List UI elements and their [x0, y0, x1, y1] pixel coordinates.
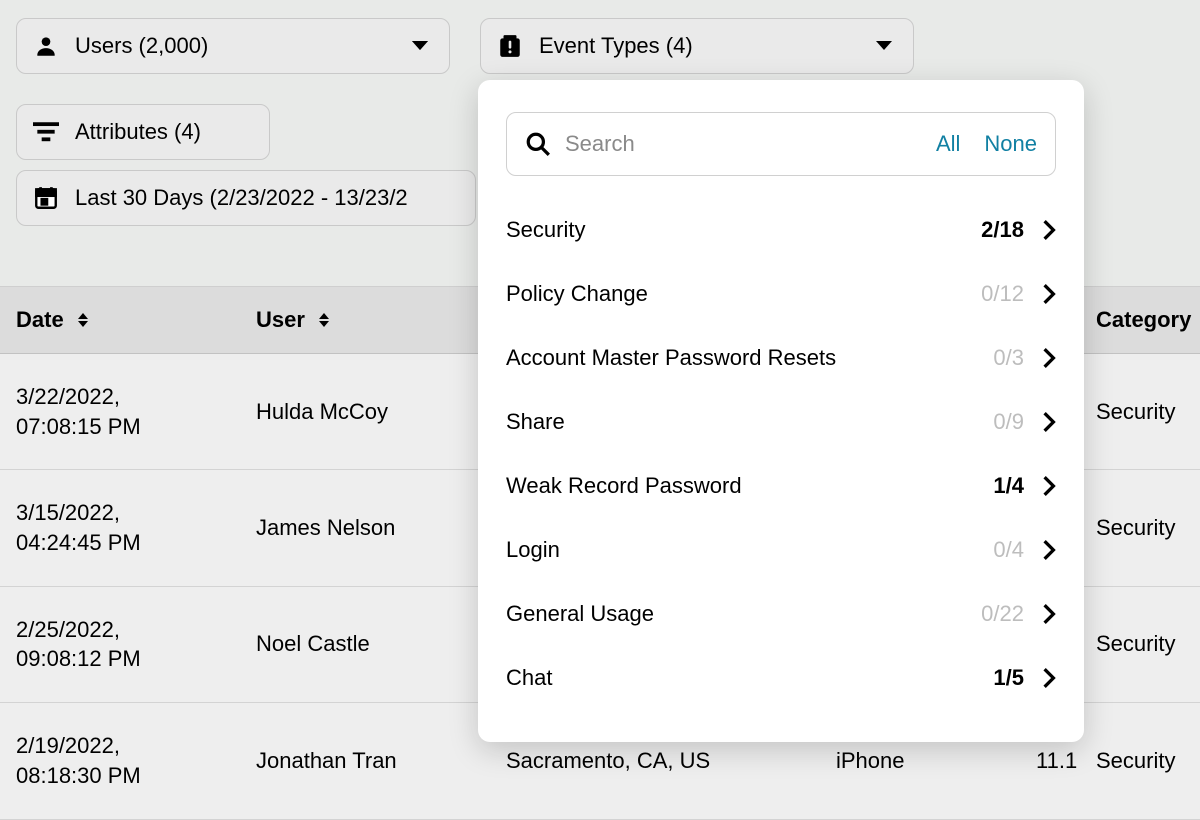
cell-user: James Nelson	[256, 515, 506, 541]
clipboard-alert-icon	[497, 32, 523, 60]
column-header-user[interactable]: User	[256, 307, 506, 333]
cell-date: 2/25/2022,09:08:12 PM	[16, 615, 256, 674]
cell-date: 2/19/2022,08:18:30 PM	[16, 731, 256, 790]
dropdown-category-name: Weak Record Password	[506, 473, 964, 499]
dropdown-category-count: 1/4	[964, 473, 1024, 499]
filter-attributes-label: Attributes (4)	[75, 119, 249, 145]
dropdown-category-name: Chat	[506, 665, 964, 691]
dropdown-select-none[interactable]: None	[984, 131, 1037, 157]
dropdown-search-input[interactable]	[565, 131, 912, 157]
sort-icon	[319, 313, 329, 327]
chevron-right-icon	[1042, 539, 1056, 561]
dropdown-category-name: Account Master Password Resets	[506, 345, 964, 371]
chevron-right-icon	[1042, 219, 1056, 241]
column-header-category[interactable]: Category	[1096, 307, 1191, 333]
dropdown-category-count: 0/12	[964, 281, 1024, 307]
cell-user: Hulda McCoy	[256, 399, 506, 425]
dropdown-category-item[interactable]: Chat1/5	[506, 646, 1056, 710]
cell-device: iPhone	[836, 748, 1036, 774]
cell-category: Security	[1096, 515, 1184, 541]
dropdown-category-name: General Usage	[506, 601, 964, 627]
dropdown-category-item[interactable]: General Usage0/22	[506, 582, 1056, 646]
cell-date: 3/15/2022,04:24:45 PM	[16, 498, 256, 557]
dropdown-category-name: Security	[506, 217, 964, 243]
filter-users[interactable]: Users (2,000)	[16, 18, 450, 74]
person-icon	[33, 33, 59, 59]
calendar-icon	[33, 185, 59, 211]
dropdown-category-item[interactable]: Share0/9	[506, 390, 1056, 454]
dropdown-category-item[interactable]: Policy Change0/12	[506, 262, 1056, 326]
dropdown-search-row: All None	[506, 112, 1056, 176]
filter-event-types-label: Event Types (4)	[539, 33, 851, 59]
chevron-down-icon	[875, 40, 893, 52]
dropdown-category-name: Policy Change	[506, 281, 964, 307]
chevron-right-icon	[1042, 411, 1056, 433]
cell-category: Security	[1096, 631, 1184, 657]
cell-user: Noel Castle	[256, 631, 506, 657]
cell-location: Sacramento, CA, US	[506, 748, 836, 774]
chevron-right-icon	[1042, 347, 1056, 369]
dropdown-category-count: 2/18	[964, 217, 1024, 243]
chevron-right-icon	[1042, 603, 1056, 625]
filter-icon	[33, 122, 59, 142]
dropdown-category-item[interactable]: Login0/4	[506, 518, 1056, 582]
dropdown-category-name: Share	[506, 409, 964, 435]
dropdown-category-name: Login	[506, 537, 964, 563]
dropdown-select-all[interactable]: All	[936, 131, 960, 157]
dropdown-category-count: 0/22	[964, 601, 1024, 627]
sort-icon	[78, 313, 88, 327]
dropdown-category-item[interactable]: Weak Record Password1/4	[506, 454, 1056, 518]
dropdown-category-count: 1/5	[964, 665, 1024, 691]
chevron-right-icon	[1042, 283, 1056, 305]
event-types-dropdown: All None Security2/18Policy Change0/12Ac…	[478, 80, 1084, 742]
cell-date: 3/22/2022,07:08:15 PM	[16, 382, 256, 441]
cell-category: Security	[1096, 399, 1184, 425]
chevron-right-icon	[1042, 667, 1056, 689]
search-icon	[525, 131, 551, 157]
dropdown-category-count: 0/4	[964, 537, 1024, 563]
filter-event-types[interactable]: Event Types (4)	[480, 18, 914, 74]
cell-version: 11.1	[1036, 748, 1096, 774]
dropdown-category-item[interactable]: Security2/18	[506, 198, 1056, 262]
cell-category: Security	[1096, 748, 1184, 774]
chevron-right-icon	[1042, 475, 1056, 497]
filter-users-label: Users (2,000)	[75, 33, 387, 59]
dropdown-category-item[interactable]: Account Master Password Resets0/3	[506, 326, 1056, 390]
filter-date-range[interactable]: Last 30 Days (2/23/2022 - 13/23/2	[16, 170, 476, 226]
cell-user: Jonathan Tran	[256, 748, 506, 774]
chevron-down-icon	[411, 40, 429, 52]
dropdown-category-count: 0/3	[964, 345, 1024, 371]
filter-date-range-label: Last 30 Days (2/23/2022 - 13/23/2	[75, 185, 455, 211]
column-header-date[interactable]: Date	[16, 307, 256, 333]
dropdown-category-count: 0/9	[964, 409, 1024, 435]
filter-attributes[interactable]: Attributes (4)	[16, 104, 270, 160]
